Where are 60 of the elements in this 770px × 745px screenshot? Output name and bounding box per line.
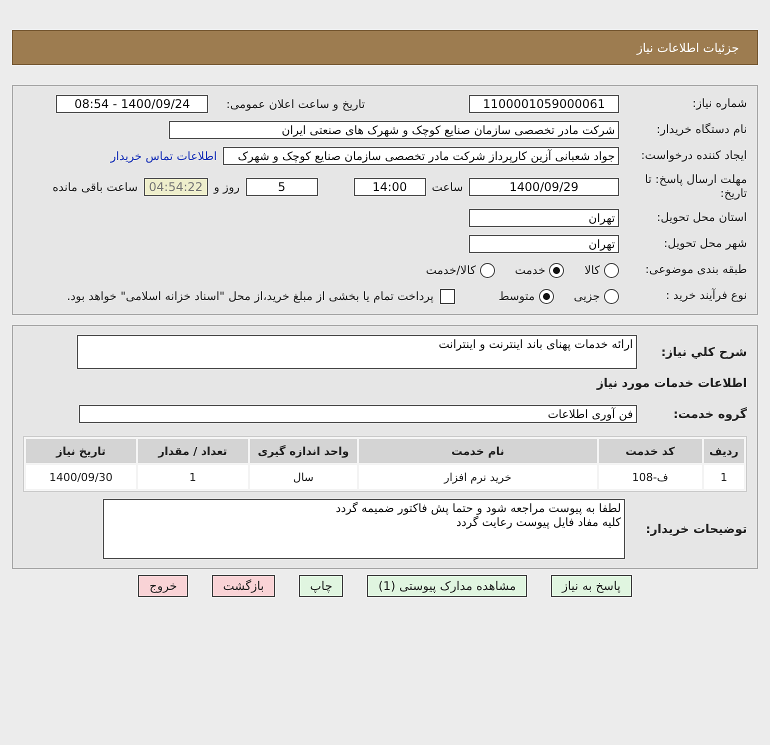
field-label: ساعت	[432, 180, 463, 194]
radio-button[interactable]	[480, 262, 495, 278]
text-field[interactable]: فن آوری اطلاعات	[79, 405, 637, 423]
field-label: طبقه بندی موضوعی:	[644, 263, 747, 277]
page-title: جزئیات اطلاعات نیاز	[636, 40, 739, 54]
field-label: گروه خدمت:	[672, 406, 747, 422]
radio-label: جزیی	[574, 289, 600, 303]
radio-button[interactable]	[549, 262, 564, 278]
field-label: شماره نیاز:	[691, 97, 747, 111]
notes-field[interactable]: لطفا به پیوست مراجعه شود و حتما پش فاکتور ضمیمه گردد کلیه مفاد فایل پیوست رعایت گردد	[103, 499, 625, 559]
text-field[interactable]: تهران	[469, 209, 619, 227]
section-heading: اطلاعات خدمات مورد نیاز	[595, 376, 747, 390]
radio-label: خدمت	[514, 263, 546, 277]
table-cell: سال	[250, 465, 358, 489]
description-field[interactable]: ارائه خدمات پهنای باند اینترنت و اینترانت	[77, 335, 637, 369]
checkbox[interactable]	[440, 288, 455, 304]
action-button[interactable]: خروج	[138, 575, 188, 597]
text-field[interactable]: 14:00	[354, 178, 426, 196]
field-label: ساعت باقی مانده	[52, 180, 138, 194]
action-button[interactable]: مشاهده مدارک پیوستی (1)	[367, 575, 527, 597]
radio-label: متوسط	[498, 289, 535, 303]
countdown-field: 04:54:22	[144, 178, 208, 196]
column-header: کد خدمت	[598, 439, 702, 463]
table-cell: 1400/09/30	[26, 465, 136, 489]
radio-button[interactable]	[538, 288, 554, 304]
column-header: تعداد / مقدار	[138, 439, 248, 463]
field-label: نوع فرآیند خرید :	[664, 289, 747, 303]
field-label: تاریخ و ساعت اعلان عمومی:	[226, 97, 365, 111]
column-header: تاریخ نیاز	[26, 439, 136, 463]
action-button[interactable]: چاپ	[299, 575, 344, 597]
radio-button[interactable]	[604, 288, 619, 304]
table-cell: 1	[138, 465, 248, 489]
field-label: شهر محل تحویل:	[662, 237, 747, 251]
field-label: مهلت ارسال پاسخ: تا تاریخ:	[644, 173, 747, 201]
field-label: استان محل تحویل:	[656, 211, 747, 225]
text-field[interactable]: 1100001059000061	[469, 95, 619, 113]
text-field[interactable]: شرکت مادر تخصصی سازمان صنایع کوچک و شهرک های صنعتی ایران	[169, 121, 619, 139]
contact-link[interactable]: اطلاعات تماس خریدار	[110, 149, 217, 163]
field-label: ایجاد کننده درخواست:	[640, 149, 747, 163]
action-button[interactable]: پاسخ به نیاز	[550, 575, 632, 597]
table-cell: خرید نرم افزار	[359, 465, 597, 489]
checkbox-label: پرداخت تمام یا بخشی از مبلغ خرید،از محل "اسناد خزانه اسلامی" خواهد بود.	[66, 289, 434, 303]
field-label: نام دستگاه خریدار:	[655, 123, 747, 137]
column-header: ردیف	[704, 439, 744, 463]
radio-label: کالا	[584, 263, 600, 277]
field-label: روز و	[214, 180, 240, 194]
column-header: نام خدمت	[359, 439, 597, 463]
text-field[interactable]: جواد شعبانی آزین کارپرداز شرکت مادر تخصصی سازمان صنایع کوچک و شهرک	[223, 147, 619, 165]
radio-label: کالا/خدمت	[426, 263, 476, 277]
table-cell: 1	[704, 465, 744, 489]
text-field[interactable]: تهران	[469, 235, 619, 253]
field-label: شرح کلي نياز:	[660, 344, 747, 360]
text-field[interactable]: 1400/09/29	[469, 178, 619, 196]
text-field[interactable]: 1400/09/24 - 08:54	[56, 95, 208, 113]
radio-button[interactable]	[604, 262, 619, 278]
table-cell: ف-108	[598, 465, 702, 489]
text-field[interactable]: 5	[246, 178, 318, 196]
action-button[interactable]: بازگشت	[212, 575, 275, 597]
field-label: توضیحات خریدار:	[644, 522, 747, 536]
column-header: واحد اندازه گیری	[250, 439, 358, 463]
